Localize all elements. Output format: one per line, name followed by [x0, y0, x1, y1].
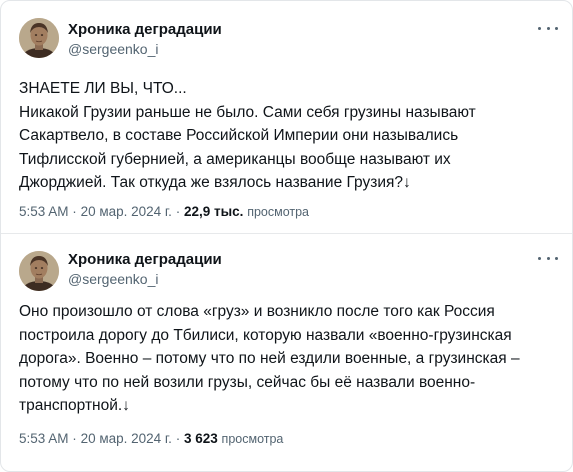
views-label: просмотра: [221, 432, 284, 446]
meta-separator: ·: [72, 431, 77, 446]
more-horizontal-icon[interactable]: [538, 251, 558, 265]
tweet-text-line: Джорджией. Так откуда же взялось названи…: [19, 174, 411, 191]
tweet[interactable]: Хроника деградации @sergeenko_i Оно прои…: [1, 234, 572, 471]
tweet-text-line: потому что по ней возили грузы, сейчас б…: [19, 373, 476, 391]
more-horizontal-icon[interactable]: [538, 21, 558, 35]
tweet-thread-card: Хроника деградации @sergeenko_i ЗНАЕТЕ Л…: [0, 0, 573, 472]
tweet[interactable]: Хроника деградации @sergeenko_i ЗНАЕТЕ Л…: [1, 1, 572, 233]
author-handle[interactable]: @sergeenko_i: [68, 271, 159, 287]
views-count: 3 623: [183, 431, 218, 446]
tweet-date[interactable]: 20 мар. 2024 г.: [81, 431, 172, 446]
tweet-text-line: Оно произошло от слова «груз» и возникло…: [19, 303, 495, 320]
tweet-text: Оно произошло от слова «груз» и возникло…: [19, 300, 564, 418]
tweet-date[interactable]: 20 мар. 2024 г.: [81, 204, 172, 219]
avatar[interactable]: [19, 18, 59, 58]
tweet-meta: 5:53 AM · 20 мар. 2024 г. · 3 623 просмо…: [19, 431, 283, 446]
author-name[interactable]: Хроника деградации: [68, 251, 222, 268]
tweet-text: ЗНАЕТЕ ЛИ ВЫ, ЧТО... Никакой Грузии рань…: [19, 77, 564, 195]
meta-separator: ·: [175, 204, 181, 219]
tweet-time[interactable]: 5:53 AM: [19, 431, 69, 446]
tweet-meta: 5:53 AM · 20 мар. 2024 г. · 22,9 тыс. пр…: [19, 204, 309, 219]
views-count: 22,9 тыс.: [183, 204, 244, 219]
tweet-text-line: Сакартвело, в составе Российской Империи…: [19, 127, 459, 144]
meta-separator: ·: [175, 431, 181, 446]
meta-separator: ·: [72, 204, 77, 219]
tweet-text-line: Никакой Грузии раньше не было. Сами себя…: [19, 103, 476, 121]
tweet-text-line: ЗНАЕТЕ ЛИ ВЫ, ЧТО...: [19, 80, 187, 97]
author-handle[interactable]: @sergeenko_i: [68, 41, 159, 57]
tweet-text-line: транспортной.↓: [19, 397, 130, 414]
tweet-text-line: Тифлисской губернией, а американцы вообщ…: [19, 150, 451, 168]
tweet-text-line: построила дорогу до Тбилиси, которую наз…: [19, 326, 512, 344]
views-label: просмотра: [247, 205, 310, 219]
author-name[interactable]: Хроника деградации: [68, 21, 222, 38]
tweet-time[interactable]: 5:53 AM: [19, 204, 69, 219]
avatar[interactable]: [19, 251, 59, 291]
tweet-text-line: дорога». Военно – потому что по ней езди…: [19, 350, 520, 367]
